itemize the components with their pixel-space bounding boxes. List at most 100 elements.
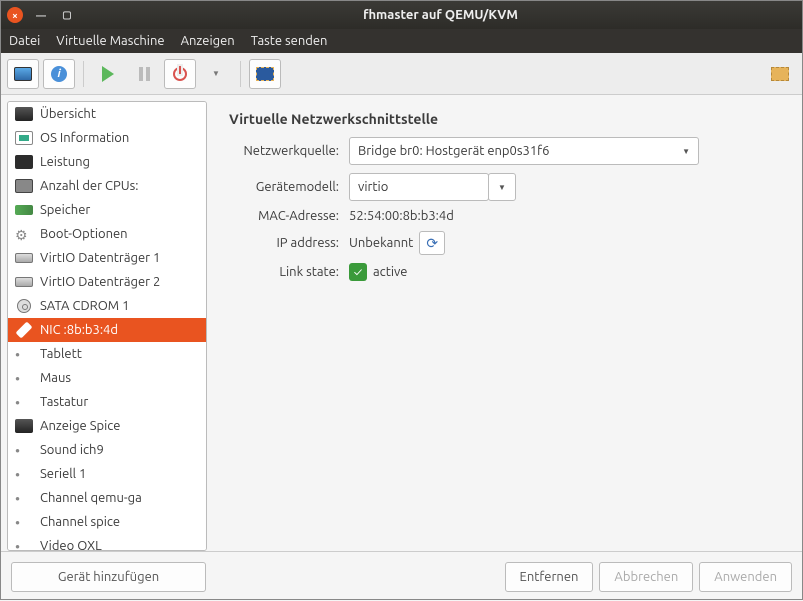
sidebar-item-18[interactable]: • Video QXL: [8, 534, 206, 551]
devmodel-dropdown-button[interactable]: ▼: [488, 173, 516, 201]
console-button[interactable]: [7, 59, 39, 89]
ip-value: Unbekannt: [349, 236, 413, 250]
video-icon: •: [14, 538, 34, 551]
sidebar-item-2[interactable]: Leistung: [8, 150, 206, 174]
netsource-label: Netzwerkquelle:: [229, 144, 349, 158]
separator: [83, 61, 84, 87]
devmodel-entry[interactable]: virtio: [349, 173, 489, 201]
sidebar-item-label: Seriell 1: [40, 467, 86, 481]
sidebar-item-label: VirtIO Datenträger 1: [40, 251, 160, 265]
sidebar-item-13[interactable]: Anzeige Spice: [8, 414, 206, 438]
sidebar-item-label: Anzahl der CPUs:: [40, 179, 138, 193]
sidebar-item-label: Channel spice: [40, 515, 120, 529]
shutdown-button[interactable]: [164, 59, 196, 89]
play-icon: [102, 66, 114, 82]
remove-button[interactable]: Entfernen: [505, 562, 594, 592]
sidebar-item-4[interactable]: Speicher: [8, 198, 206, 222]
disk-icon: [14, 274, 34, 290]
linkstate-value: active: [373, 265, 407, 279]
cdrom-icon: [14, 298, 34, 314]
mouse-icon: •: [14, 370, 34, 386]
sidebar-item-label: OS Information: [40, 131, 129, 145]
sidebar-item-label: Tablett: [40, 347, 82, 361]
mac-label: MAC-Adresse:: [229, 209, 349, 223]
run-button[interactable]: [92, 59, 124, 89]
sidebar-item-14[interactable]: • Sound ich9: [8, 438, 206, 462]
sidebar-item-11[interactable]: • Maus: [8, 366, 206, 390]
sidebar-item-label: Sound ich9: [40, 443, 104, 457]
sidebar-item-label: Maus: [40, 371, 71, 385]
details-panel: Virtuelle Netzwerkschnittstelle Netzwerk…: [207, 95, 802, 551]
sidebar-item-15[interactable]: • Seriell 1: [8, 462, 206, 486]
sidebar-item-label: VirtIO Datenträger 2: [40, 275, 160, 289]
chevron-down-icon: ▼: [212, 69, 220, 78]
sidebar-item-6[interactable]: VirtIO Datenträger 1: [8, 246, 206, 270]
pause-button[interactable]: [128, 59, 160, 89]
keyboard-icon: •: [14, 394, 34, 410]
details-button[interactable]: i: [43, 59, 75, 89]
shutdown-menu-button[interactable]: ▼: [200, 59, 232, 89]
sidebar-item-5[interactable]: ⚙ Boot-Optionen: [8, 222, 206, 246]
sidebar-item-16[interactable]: •Channel qemu-ga: [8, 486, 206, 510]
menu-file[interactable]: Datei: [9, 34, 40, 48]
window-title: fhmaster auf QEMU/KVM: [85, 8, 796, 22]
boot-icon: ⚙: [14, 226, 34, 242]
sidebar-item-8[interactable]: SATA CDROM 1: [8, 294, 206, 318]
apply-button: Anwenden: [699, 562, 792, 592]
chevron-down-icon: ▼: [498, 183, 506, 192]
sidebar-item-17[interactable]: •Channel spice: [8, 510, 206, 534]
titlebar: × — ▢ fhmaster auf QEMU/KVM: [1, 1, 802, 29]
sidebar-item-label: Anzeige Spice: [40, 419, 120, 433]
sidebar-item-label: Boot-Optionen: [40, 227, 128, 241]
refresh-icon: ⟳: [426, 235, 438, 252]
toolbar: i ▼: [1, 53, 802, 95]
fullscreen-button[interactable]: [249, 59, 281, 89]
sidebar-item-0[interactable]: Übersicht: [8, 102, 206, 126]
close-icon[interactable]: ×: [7, 7, 23, 23]
snapshot-icon: [771, 67, 789, 81]
ip-refresh-button[interactable]: ⟳: [419, 231, 445, 255]
menu-vm[interactable]: Virtuelle Maschine: [56, 34, 164, 48]
snapshot-button[interactable]: [764, 59, 796, 89]
hardware-sidebar[interactable]: Übersicht OS Information Leistung Anzahl de…: [7, 101, 207, 551]
channel-icon: •: [14, 490, 34, 506]
monitor-icon: [14, 67, 32, 81]
tablet-icon: •: [14, 346, 34, 362]
chevron-down-icon: ▼: [682, 147, 690, 156]
sidebar-item-3[interactable]: Anzahl der CPUs:: [8, 174, 206, 198]
menu-view[interactable]: Anzeigen: [181, 34, 235, 48]
sidebar-item-10[interactable]: • Tablett: [8, 342, 206, 366]
devmodel-value: virtio: [358, 180, 388, 194]
cancel-button: Abbrechen: [599, 562, 693, 592]
sidebar-item-label: Video QXL: [40, 539, 102, 551]
linkstate-checkbox[interactable]: ✓: [349, 263, 367, 281]
disk-icon: [14, 250, 34, 266]
nic-icon: [14, 322, 34, 338]
add-hardware-button[interactable]: Gerät hinzufügen: [11, 562, 206, 592]
sound-icon: •: [14, 442, 34, 458]
sidebar-item-12[interactable]: • Tastatur: [8, 390, 206, 414]
menu-sendkey[interactable]: Taste senden: [251, 34, 328, 48]
sidebar-item-label: Tastatur: [40, 395, 88, 409]
menubar: Datei Virtuelle Maschine Anzeigen Taste …: [1, 29, 802, 53]
maximize-icon[interactable]: ▢: [59, 7, 75, 23]
overview-icon: [14, 106, 34, 122]
panel-title: Virtuelle Netzwerkschnittstelle: [229, 111, 780, 127]
info-icon: i: [51, 66, 67, 82]
power-icon: [173, 67, 187, 81]
linkstate-label: Link state:: [229, 265, 349, 279]
sidebar-item-7[interactable]: VirtIO Datenträger 2: [8, 270, 206, 294]
netsource-combo[interactable]: Bridge br0: Hostgerät enp0s31f6 ▼: [349, 137, 699, 165]
mac-value: 52:54:00:8b:b3:4d: [349, 209, 454, 223]
memory-icon: [14, 202, 34, 218]
cpu-icon: [14, 178, 34, 194]
sidebar-item-1[interactable]: OS Information: [8, 126, 206, 150]
sidebar-item-label: Leistung: [40, 155, 90, 169]
separator: [240, 61, 241, 87]
pause-icon: [139, 67, 150, 81]
sidebar-item-label: Speicher: [40, 203, 90, 217]
serial-icon: •: [14, 466, 34, 482]
performance-icon: [14, 154, 34, 170]
minimize-icon[interactable]: —: [33, 7, 49, 23]
sidebar-item-9[interactable]: NIC :8b:b3:4d: [8, 318, 206, 342]
